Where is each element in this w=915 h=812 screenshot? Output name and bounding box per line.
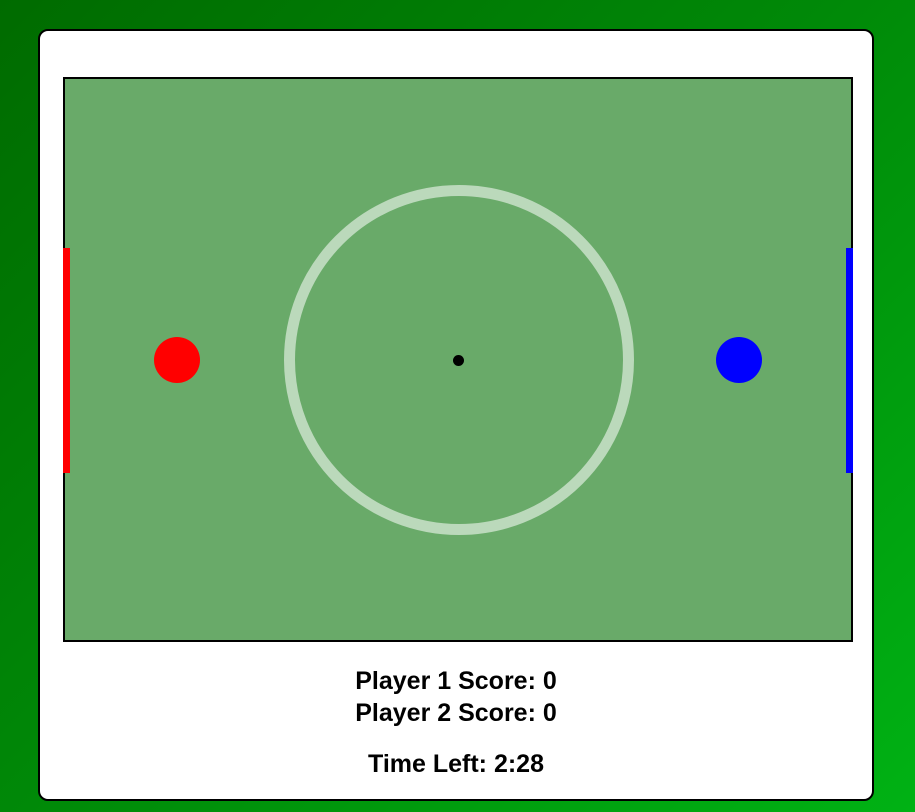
- player1-piece: [154, 337, 200, 383]
- player1-goal: [63, 248, 70, 473]
- player2-score: Player 2 Score: 0: [355, 699, 557, 727]
- scoreboard: Player 1 Score: 0 Player 2 Score: 0: [40, 665, 872, 729]
- ball: [453, 355, 464, 366]
- time-left: Time Left: 2:28: [368, 750, 544, 778]
- playing-field[interactable]: [63, 77, 853, 642]
- game-container: Player 1 Score: 0 Player 2 Score: 0 Time…: [38, 29, 874, 801]
- player2-goal: [846, 248, 853, 473]
- player2-piece: [716, 337, 762, 383]
- player1-score: Player 1 Score: 0: [355, 667, 557, 695]
